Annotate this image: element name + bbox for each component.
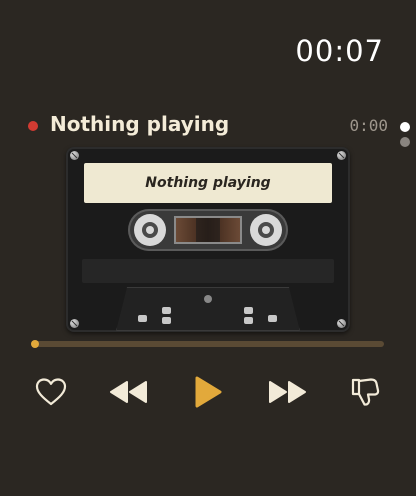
play-icon [195, 376, 222, 408]
cassette-hole [162, 317, 171, 324]
tape-window [128, 209, 288, 251]
playback-controls [0, 370, 416, 414]
elapsed-time: 0:00 [349, 116, 388, 135]
record-indicator-icon [28, 121, 38, 131]
like-button[interactable] [29, 370, 73, 414]
cassette-strip [82, 259, 334, 283]
tape-spool [174, 216, 242, 244]
cassette-bottom-plate [116, 287, 300, 331]
cassette-hole [244, 307, 253, 314]
screw-icon [337, 319, 346, 328]
page-indicator [400, 122, 410, 152]
cassette-hole [162, 307, 171, 314]
now-playing-header: Nothing playing 0:00 [28, 112, 388, 140]
page-dot [400, 137, 410, 147]
page-dot-active [400, 122, 410, 132]
heart-icon [35, 378, 67, 406]
reel-left-icon [134, 214, 166, 246]
cassette-artwork: Nothing playing [66, 147, 350, 332]
progress-knob[interactable] [31, 340, 39, 348]
rewind-button[interactable] [106, 370, 150, 414]
cassette-center-hole [204, 295, 212, 303]
screw-icon [70, 319, 79, 328]
reel-right-icon [250, 214, 282, 246]
thumbs-down-icon [351, 378, 380, 406]
fast-forward-button[interactable] [266, 370, 310, 414]
track-title: Nothing playing [50, 112, 230, 136]
cassette-hole [268, 315, 277, 322]
cassette-hole [244, 317, 253, 324]
progress-bar[interactable] [31, 340, 384, 348]
fast-forward-icon [269, 381, 306, 403]
cassette-label: Nothing playing [84, 163, 332, 203]
screw-icon [70, 151, 79, 160]
screw-icon [337, 151, 346, 160]
dislike-button[interactable] [343, 370, 387, 414]
rewind-icon [110, 381, 147, 403]
play-button[interactable] [186, 370, 230, 414]
cassette-hole [138, 315, 147, 322]
clock: 00:07 [295, 34, 384, 68]
